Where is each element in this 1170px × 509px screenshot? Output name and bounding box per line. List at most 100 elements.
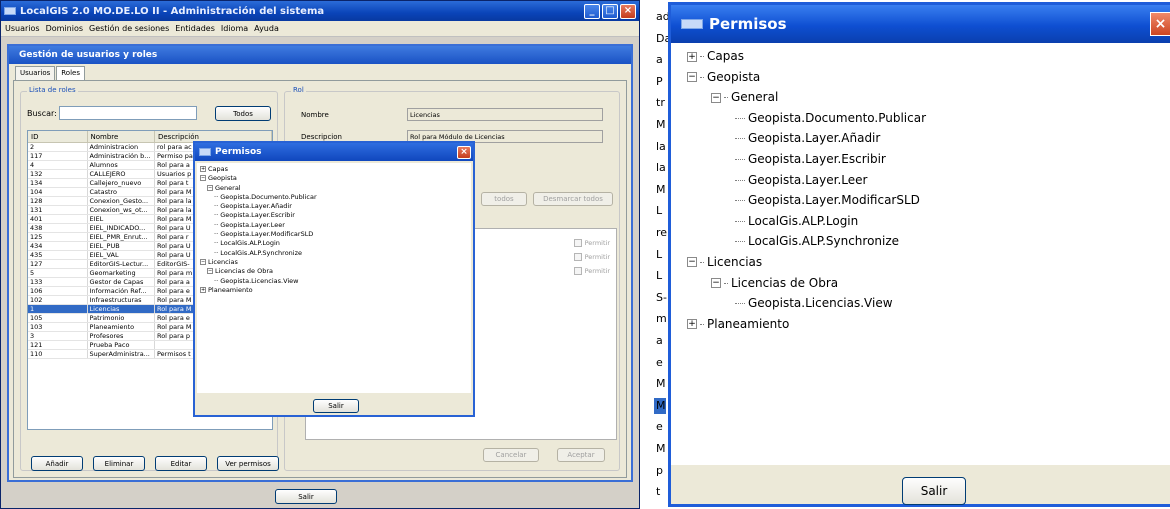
- permisos-large-salir-button[interactable]: Salir: [902, 477, 966, 505]
- desmarcar-todos-button[interactable]: Desmarcar todos: [533, 192, 613, 206]
- tab-usuarios[interactable]: Usuarios: [15, 66, 56, 80]
- background-text-fragment: L: [656, 204, 663, 218]
- collapse-icon[interactable]: −: [711, 92, 721, 103]
- tree-node[interactable]: LocalGis.ALP.Login: [671, 211, 1170, 232]
- tree-node[interactable]: LocalGis.ALP.Synchronize: [671, 231, 1170, 252]
- background-text-fragment: la: [656, 161, 666, 175]
- tree-node[interactable]: + Planeamiento: [197, 286, 471, 295]
- collapse-icon[interactable]: −: [711, 278, 721, 289]
- close-icon[interactable]: ×: [1150, 12, 1170, 36]
- nombre-field[interactable]: Licencias: [407, 108, 603, 121]
- tab-strip: Usuarios Roles: [15, 66, 86, 81]
- tab-roles[interactable]: Roles: [56, 66, 85, 81]
- tree-node[interactable]: Geopista.Licencias.View: [671, 293, 1170, 314]
- tree-node-label: Geopista.Licencias.View: [220, 276, 299, 285]
- tree-node[interactable]: ·· Geopista.Licencias.View: [197, 277, 471, 286]
- collapse-icon[interactable]: −: [687, 72, 697, 83]
- minimize-icon[interactable]: _: [584, 3, 600, 19]
- collapse-icon[interactable]: −: [207, 184, 213, 191]
- delete-role-button[interactable]: Eliminar: [93, 456, 145, 471]
- todos-button[interactable]: Todos: [215, 106, 271, 121]
- tree-node[interactable]: ·· Geopista.Layer.ModificarSLD: [197, 230, 471, 239]
- tree-node[interactable]: ·· Geopista.Layer.Escribir: [197, 211, 471, 220]
- tree-node[interactable]: − Licencias de Obra: [197, 267, 471, 276]
- edit-role-button[interactable]: Editar: [155, 456, 207, 471]
- checkbox[interactable]: [573, 267, 582, 275]
- tree-node[interactable]: Geopista.Documento.Publicar: [671, 108, 1170, 129]
- permitir-check-2[interactable]: Permitir: [573, 253, 610, 261]
- menu-idioma[interactable]: Idioma: [221, 24, 248, 33]
- maximize-icon[interactable]: □: [602, 3, 618, 19]
- cell-id: 131: [28, 206, 88, 214]
- collapse-icon[interactable]: −: [687, 257, 697, 268]
- tree-node[interactable]: − Licencias de Obra: [671, 273, 1170, 294]
- tree-node[interactable]: − General: [197, 184, 471, 193]
- checkbox[interactable]: [573, 253, 582, 261]
- main-salir-button[interactable]: Salir: [275, 489, 337, 504]
- menu-usuarios[interactable]: Usuarios: [5, 24, 40, 33]
- menu-gestion-sesiones[interactable]: Gestión de sesiones: [89, 24, 169, 33]
- tree-node[interactable]: + Planeamiento: [671, 314, 1170, 335]
- tree-node[interactable]: + Capas: [671, 46, 1170, 67]
- col-nombre[interactable]: Nombre: [88, 131, 155, 142]
- tree-node[interactable]: ·· Geopista.Layer.Añadir: [197, 202, 471, 211]
- cancelar-button[interactable]: Cancelar: [483, 448, 539, 462]
- menu-ayuda[interactable]: Ayuda: [254, 24, 279, 33]
- view-permissions-button[interactable]: Ver permisos: [217, 456, 279, 471]
- tree-connector: [700, 76, 704, 78]
- tree-node[interactable]: − Licencias: [197, 258, 471, 267]
- permisos-large-titlebar[interactable]: Permisos ×: [671, 5, 1170, 43]
- marcar-todos-button[interactable]: todos: [481, 192, 527, 206]
- col-id[interactable]: ID: [28, 131, 88, 142]
- aceptar-button[interactable]: Aceptar: [557, 448, 605, 462]
- tree-node[interactable]: Geopista.Layer.ModificarSLD: [671, 190, 1170, 211]
- tree-node[interactable]: − General: [671, 87, 1170, 108]
- tree-node[interactable]: − Licencias: [671, 252, 1170, 273]
- permisos-tree-large[interactable]: + Capas − Geopista − General Geopista.Document…: [671, 43, 1170, 465]
- close-icon[interactable]: ×: [457, 145, 471, 159]
- background-text-fragment: P: [656, 74, 663, 88]
- cell-nombre: Alumnos: [88, 161, 155, 169]
- nombre-label: Nombre: [301, 110, 329, 119]
- tree-node[interactable]: − Geopista: [197, 174, 471, 183]
- collapse-icon[interactable]: −: [200, 175, 206, 182]
- tree-node[interactable]: Geopista.Layer.Escribir: [671, 149, 1170, 170]
- main-titlebar[interactable]: LocalGIS 2.0 MO.DE.LO II - Administració…: [1, 1, 639, 21]
- search-input[interactable]: [59, 106, 197, 120]
- tree-node[interactable]: ·· Geopista.Documento.Publicar: [197, 193, 471, 202]
- tree-node[interactable]: Geopista.Layer.Leer: [671, 170, 1170, 191]
- cell-nombre: Planeamiento: [88, 323, 155, 331]
- permitir-label: Permitir: [584, 239, 610, 247]
- tree-node[interactable]: ·· LocalGis.ALP.Login: [197, 239, 471, 248]
- expand-icon[interactable]: +: [200, 286, 206, 293]
- close-icon[interactable]: ×: [620, 3, 636, 19]
- expand-icon[interactable]: +: [687, 319, 697, 330]
- tree-node-label: LocalGis.ALP.Synchronize: [748, 234, 900, 249]
- tree-node[interactable]: Geopista.Layer.Añadir: [671, 128, 1170, 149]
- expand-icon[interactable]: +: [200, 166, 206, 172]
- collapse-icon[interactable]: −: [207, 268, 213, 275]
- permisos-dialog-small: Permisos × + Capas − Geopista − General ·· Geo…: [193, 141, 475, 417]
- permitir-check-1[interactable]: Permitir: [573, 239, 610, 247]
- tree-node[interactable]: − Geopista: [671, 67, 1170, 88]
- tree-node[interactable]: + Capas: [197, 165, 471, 174]
- permisos-small-titlebar[interactable]: Permisos ×: [195, 143, 473, 161]
- tree-node[interactable]: ·· Geopista.Layer.Leer: [197, 221, 471, 230]
- tree-connector: [735, 179, 745, 181]
- menubar: Usuarios Dominios Gestión de sesiones En…: [1, 21, 639, 37]
- tree-node[interactable]: ·· LocalGis.ALP.Synchronize: [197, 249, 471, 258]
- tree-node-label: Licencias: [707, 254, 763, 269]
- permisos-tree-small[interactable]: + Capas − Geopista − General ·· Geopista.Docum…: [197, 163, 471, 393]
- background-text-fragment: e: [656, 420, 663, 434]
- permitir-check-3[interactable]: Permitir: [573, 267, 610, 275]
- expand-icon[interactable]: +: [687, 51, 697, 62]
- add-role-button[interactable]: Añadir: [31, 456, 83, 471]
- menu-entidades[interactable]: Entidades: [175, 24, 215, 33]
- tree-node-label: Licencias: [208, 257, 238, 266]
- menu-dominios[interactable]: Dominios: [46, 24, 83, 33]
- collapse-icon[interactable]: −: [200, 258, 206, 265]
- search-label: Buscar:: [27, 108, 57, 118]
- checkbox[interactable]: [573, 239, 582, 247]
- permisos-small-salir-button[interactable]: Salir: [313, 399, 359, 413]
- cell-nombre: EIEL_INDICADO...: [88, 224, 155, 232]
